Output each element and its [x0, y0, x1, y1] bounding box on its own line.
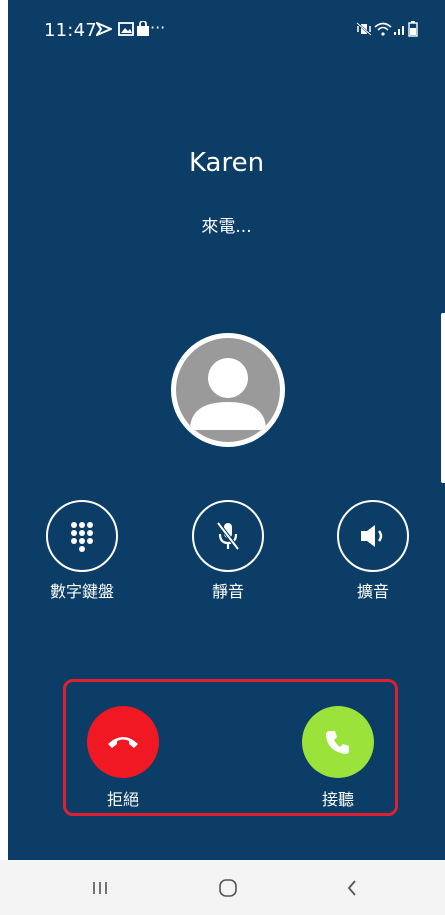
- answer-label: 接聽: [321, 790, 354, 809]
- default-person-icon: [176, 338, 280, 442]
- recent-apps-icon: [93, 882, 107, 894]
- caller-avatar: [171, 333, 285, 447]
- navigation-bar: [0, 860, 445, 915]
- call-status-text: 來電...: [201, 217, 252, 237]
- gallery-icon: [118, 18, 134, 40]
- shopping-bag-icon: [136, 18, 150, 40]
- edge-panel-handle[interactable]: [441, 313, 445, 483]
- decline-call-icon: [87, 706, 159, 778]
- back-icon: [347, 880, 356, 896]
- more-notifications-icon: ···: [150, 18, 166, 37]
- media-icon: [96, 18, 112, 40]
- answer-button[interactable]: 接聽: [293, 706, 383, 810]
- keypad-button[interactable]: 數字鍵盤: [22, 500, 142, 602]
- decline-button[interactable]: 拒絕: [78, 706, 168, 810]
- speaker-button[interactable]: 擴音: [313, 500, 433, 602]
- mute-button[interactable]: 靜音: [168, 500, 288, 602]
- caller-name: Karen: [188, 148, 265, 178]
- battery-icon: [408, 18, 418, 40]
- home-button[interactable]: [198, 870, 258, 906]
- status-bar: 11:47 ···: [8, 0, 445, 58]
- recent-apps-button[interactable]: [70, 870, 130, 906]
- status-time: 11:47: [44, 20, 97, 41]
- incoming-call-screen: 11:47 ··· Karen 來電... 數字鍵盤 靜音 擴音 拒絕 接聽: [8, 0, 445, 860]
- decline-label: 拒絕: [106, 790, 139, 809]
- vibrate-mute-icon: [356, 18, 372, 40]
- mute-label: 靜音: [211, 582, 244, 601]
- speaker-label: 擴音: [356, 582, 389, 601]
- keypad-icon: [46, 500, 118, 572]
- answer-call-icon: [302, 706, 374, 778]
- wifi-icon: [374, 18, 392, 40]
- speaker-icon: [337, 500, 409, 572]
- signal-icon: [393, 18, 407, 40]
- keypad-label: 數字鍵盤: [49, 582, 114, 601]
- home-icon: [219, 879, 237, 897]
- microphone-mute-icon: [192, 500, 264, 572]
- back-button[interactable]: [322, 870, 382, 906]
- phone-screen: 11:47 ··· Karen 來電... 數字鍵盤 靜音 擴音 拒絕 接聽: [0, 0, 445, 915]
